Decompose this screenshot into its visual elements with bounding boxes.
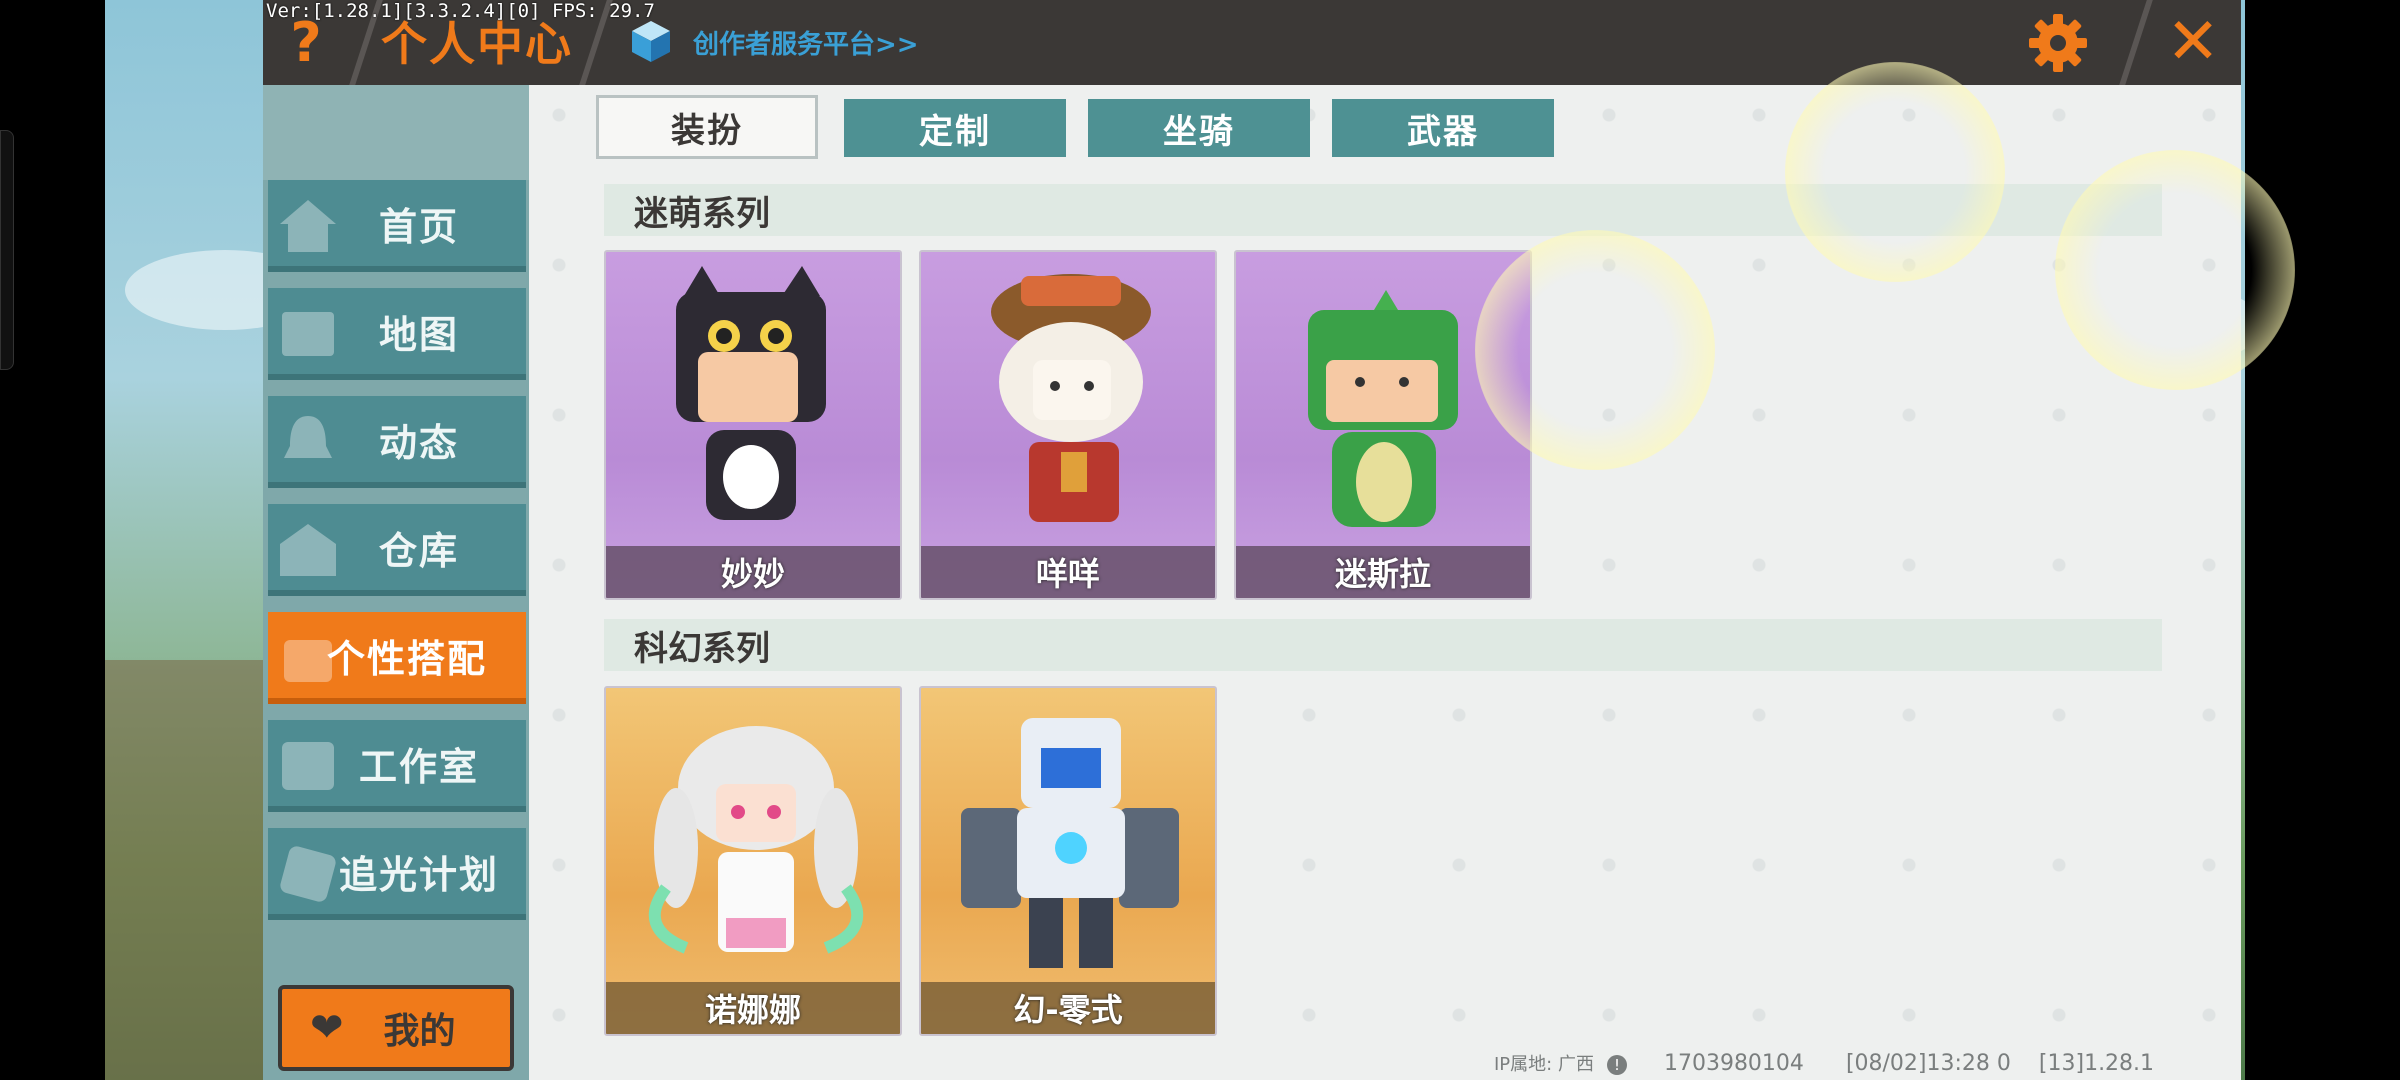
map-icon bbox=[282, 312, 334, 356]
skin-name-bar: 妙妙 bbox=[606, 546, 900, 598]
mine-button[interactable]: ❤ 我的 bbox=[278, 985, 514, 1071]
sidebar-item-feed[interactable]: 动态 bbox=[268, 396, 526, 488]
tab-weapon[interactable]: 武器 bbox=[1332, 99, 1554, 157]
mine-button-label: 我的 bbox=[383, 1011, 456, 1052]
sidebar-item-label: 动态 bbox=[378, 420, 459, 465]
skin-name-bar: 咩咩 bbox=[921, 546, 1215, 598]
skin-card[interactable]: 幻-零式 bbox=[919, 686, 1217, 1036]
user-id: 1703980104 bbox=[1663, 1051, 1804, 1076]
content-area: 装扮 定制 坐骑 武器 迷萌系列 妙妙 咩咩 迷斯拉 科幻系列 诺娜娜 幻-零式… bbox=[529, 85, 2241, 1080]
studio-icon bbox=[282, 742, 334, 790]
sidebar: 首页 地图 动态 仓库 个性搭配 工作室 追光计划 ❤ 我的 bbox=[263, 85, 529, 1080]
cube-icon bbox=[632, 21, 670, 62]
home-icon bbox=[280, 200, 336, 252]
ip-location: IP属地: 广西 bbox=[1494, 1054, 1594, 1075]
tab-mount[interactable]: 坐骑 bbox=[1088, 99, 1310, 157]
section-title: 科幻系列 bbox=[634, 628, 770, 669]
close-button[interactable]: ✕ bbox=[2161, 10, 2225, 74]
sidebar-item-label: 追光计划 bbox=[338, 852, 499, 897]
mecha-character-image bbox=[961, 718, 1179, 968]
skin-name: 迷斯拉 bbox=[1334, 555, 1431, 593]
sidebar-item-label: 工作室 bbox=[358, 744, 479, 789]
sidebar-top-strip bbox=[263, 85, 529, 180]
header-divider bbox=[2119, 0, 2153, 85]
tab-custom[interactable]: 定制 bbox=[844, 99, 1066, 157]
cat-character-image bbox=[676, 266, 826, 520]
sidebar-item-label: 仓库 bbox=[378, 528, 459, 573]
version: [13]1.28.1 bbox=[2038, 1051, 2155, 1076]
section-title: 迷萌系列 bbox=[634, 193, 770, 234]
personal-center-panel: ? 个人中心 创作者服务平台>> ✕ 首页 地图 动态 仓库 个性搭配 工作室 … bbox=[263, 0, 2241, 1080]
fps-debug-text: Ver:[1.28.1][3.3.2.4][0] FPS: 29.7 bbox=[266, 0, 655, 22]
gear-icon[interactable] bbox=[2025, 10, 2091, 76]
section-header: 科幻系列 bbox=[604, 619, 2162, 671]
heart-icon: ❤ bbox=[310, 1005, 344, 1051]
timestamp: [08/02]13:28 0 bbox=[1845, 1051, 2011, 1076]
skin-name: 诺娜娜 bbox=[704, 991, 801, 1029]
sidebar-item-warehouse[interactable]: 仓库 bbox=[268, 504, 526, 596]
sidebar-item-outfit[interactable]: 个性搭配 bbox=[268, 612, 526, 704]
footer-info: IP属地: 广西 ! 1703980104 [08/02]13:28 0 [13… bbox=[1494, 1050, 2154, 1076]
nonana-character-image bbox=[648, 726, 864, 954]
tab-dressup[interactable]: 装扮 bbox=[596, 95, 818, 159]
sidebar-item-studio[interactable]: 工作室 bbox=[268, 720, 526, 812]
sidebar-item-label: 首页 bbox=[378, 204, 459, 249]
bell-icon bbox=[284, 416, 332, 458]
sidebar-item-home[interactable]: 首页 bbox=[268, 180, 526, 272]
skin-name: 咩咩 bbox=[1035, 555, 1100, 593]
skin-card[interactable]: 诺娜娜 bbox=[604, 686, 902, 1036]
section-header: 迷萌系列 bbox=[604, 184, 2162, 236]
system-left-edge bbox=[0, 0, 105, 1080]
skin-name-bar: 诺娜娜 bbox=[606, 982, 900, 1034]
warehouse-icon bbox=[280, 524, 336, 576]
skin-name: 幻-零式 bbox=[1013, 991, 1123, 1029]
skin-card[interactable]: 妙妙 bbox=[604, 250, 902, 600]
dino-character-image bbox=[1308, 290, 1458, 527]
edge-handle[interactable] bbox=[0, 130, 14, 370]
sidebar-item-map[interactable]: 地图 bbox=[268, 288, 526, 380]
sidebar-item-light-plan[interactable]: 追光计划 bbox=[268, 828, 526, 920]
sidebar-item-label: 地图 bbox=[378, 312, 459, 357]
skin-card[interactable]: 咩咩 bbox=[919, 250, 1217, 600]
sheep-character-image bbox=[991, 274, 1151, 522]
skin-name-bar: 幻-零式 bbox=[921, 982, 1215, 1034]
light-icon bbox=[280, 846, 336, 902]
sidebar-item-label: 个性搭配 bbox=[326, 636, 487, 681]
skin-name-bar: 迷斯拉 bbox=[1236, 546, 1530, 598]
skin-name: 妙妙 bbox=[720, 555, 785, 593]
creator-platform-link[interactable]: 创作者服务平台>> bbox=[693, 24, 919, 61]
info-icon[interactable]: ! bbox=[1606, 1055, 1627, 1075]
skin-card[interactable]: 迷斯拉 bbox=[1234, 250, 1532, 600]
